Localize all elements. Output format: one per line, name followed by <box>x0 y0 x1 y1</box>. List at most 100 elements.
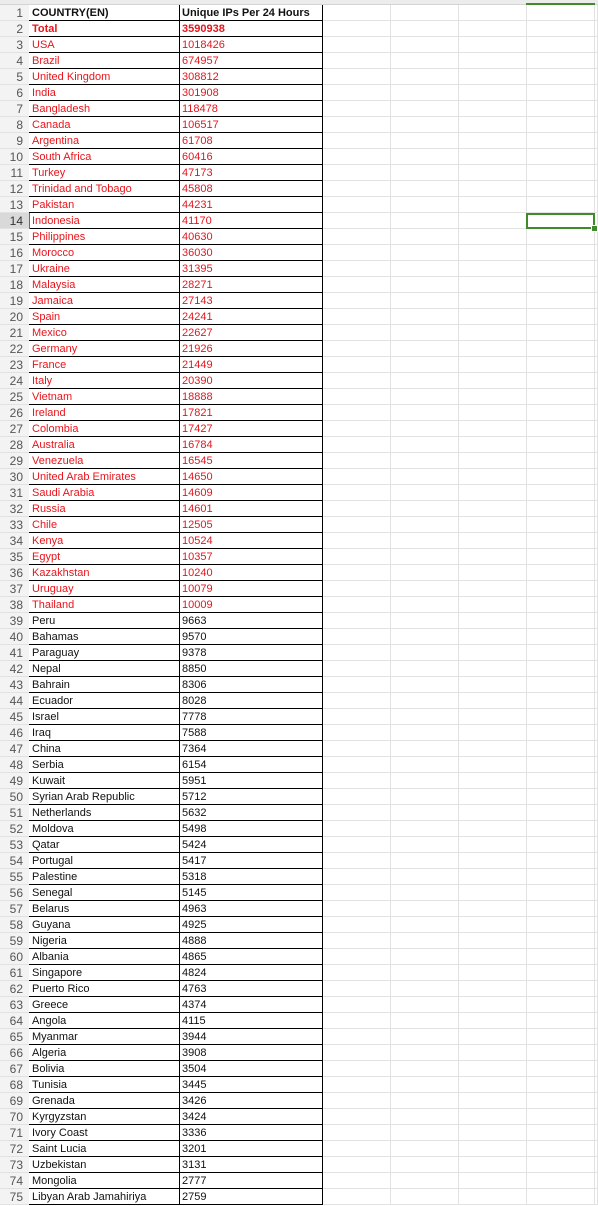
country-cell[interactable]: Peru <box>29 613 180 629</box>
empty-cell[interactable] <box>323 21 391 37</box>
empty-cell[interactable] <box>527 453 595 469</box>
empty-cell[interactable] <box>527 1013 595 1029</box>
country-cell[interactable]: Total <box>29 21 180 37</box>
empty-cell[interactable] <box>459 645 527 661</box>
empty-cell[interactable] <box>459 677 527 693</box>
row-number[interactable]: 5 <box>0 69 29 85</box>
unique-ips-cell[interactable]: 308812 <box>180 69 323 85</box>
empty-cell[interactable] <box>391 1013 459 1029</box>
row-number[interactable]: 58 <box>0 917 29 933</box>
empty-cell[interactable] <box>459 981 527 997</box>
unique-ips-cell[interactable]: 4824 <box>180 965 323 981</box>
empty-cell[interactable] <box>459 1157 527 1173</box>
unique-ips-cell[interactable]: 21449 <box>180 357 323 373</box>
country-cell[interactable]: Singapore <box>29 965 180 981</box>
unique-ips-cell[interactable]: 3504 <box>180 1061 323 1077</box>
unique-ips-cell[interactable]: 10357 <box>180 549 323 565</box>
empty-cell[interactable] <box>459 581 527 597</box>
row-number[interactable]: 71 <box>0 1125 29 1141</box>
empty-cell[interactable] <box>323 1173 391 1189</box>
empty-cell[interactable] <box>323 661 391 677</box>
empty-cell[interactable] <box>391 133 459 149</box>
empty-cell[interactable] <box>391 1061 459 1077</box>
country-cell[interactable]: Puerto Rico <box>29 981 180 997</box>
country-cell[interactable]: Uruguay <box>29 581 180 597</box>
empty-cell[interactable] <box>391 469 459 485</box>
country-cell[interactable]: Saudi Arabia <box>29 485 180 501</box>
row-number[interactable]: 70 <box>0 1109 29 1125</box>
empty-cell[interactable] <box>527 965 595 981</box>
country-cell[interactable]: Israel <box>29 709 180 725</box>
unique-ips-cell[interactable]: 2777 <box>180 1173 323 1189</box>
row-number[interactable]: 23 <box>0 357 29 373</box>
row-number[interactable]: 56 <box>0 885 29 901</box>
empty-cell[interactable] <box>527 1157 595 1173</box>
empty-cell[interactable] <box>323 405 391 421</box>
empty-cell[interactable] <box>391 661 459 677</box>
empty-cell[interactable] <box>459 1189 527 1205</box>
country-cell[interactable]: Senegal <box>29 885 180 901</box>
empty-cell[interactable] <box>323 261 391 277</box>
empty-cell[interactable] <box>391 181 459 197</box>
unique-ips-cell[interactable]: 16545 <box>180 453 323 469</box>
empty-cell[interactable] <box>527 373 595 389</box>
unique-ips-cell[interactable]: 4888 <box>180 933 323 949</box>
empty-cell[interactable] <box>527 949 595 965</box>
row-number[interactable]: 36 <box>0 565 29 581</box>
empty-cell[interactable] <box>391 277 459 293</box>
unique-ips-cell[interactable]: 674957 <box>180 53 323 69</box>
row-number[interactable]: 33 <box>0 517 29 533</box>
empty-cell[interactable] <box>459 373 527 389</box>
empty-cell[interactable] <box>323 949 391 965</box>
empty-cell[interactable] <box>323 101 391 117</box>
country-cell[interactable]: Moldova <box>29 821 180 837</box>
unique-ips-cell[interactable]: 2759 <box>180 1189 323 1205</box>
unique-ips-cell[interactable]: 106517 <box>180 117 323 133</box>
row-number[interactable]: 47 <box>0 741 29 757</box>
empty-cell[interactable] <box>459 709 527 725</box>
empty-cell[interactable] <box>527 309 595 325</box>
country-cell[interactable]: Bangladesh <box>29 101 180 117</box>
unique-ips-cell[interactable]: 3445 <box>180 1077 323 1093</box>
empty-cell[interactable] <box>459 757 527 773</box>
empty-cell[interactable] <box>527 245 595 261</box>
empty-cell[interactable] <box>323 1013 391 1029</box>
empty-cell[interactable] <box>391 85 459 101</box>
empty-cell[interactable] <box>323 421 391 437</box>
empty-cell[interactable] <box>391 709 459 725</box>
empty-cell[interactable] <box>323 517 391 533</box>
row-number[interactable]: 32 <box>0 501 29 517</box>
empty-cell[interactable] <box>459 437 527 453</box>
empty-cell[interactable] <box>459 661 527 677</box>
empty-cell[interactable] <box>391 581 459 597</box>
row-number[interactable]: 50 <box>0 789 29 805</box>
row-number[interactable]: 52 <box>0 821 29 837</box>
row-number[interactable]: 27 <box>0 421 29 437</box>
empty-cell[interactable] <box>459 1141 527 1157</box>
country-cell[interactable]: Portugal <box>29 853 180 869</box>
unique-ips-cell[interactable]: 28271 <box>180 277 323 293</box>
empty-cell[interactable] <box>391 1109 459 1125</box>
empty-cell[interactable] <box>323 245 391 261</box>
empty-cell[interactable] <box>391 629 459 645</box>
empty-cell[interactable] <box>391 1189 459 1205</box>
empty-cell[interactable] <box>527 341 595 357</box>
empty-cell[interactable] <box>459 165 527 181</box>
empty-cell[interactable] <box>459 117 527 133</box>
unique-ips-cell[interactable]: 3131 <box>180 1157 323 1173</box>
unique-ips-cell[interactable]: 4865 <box>180 949 323 965</box>
country-cell[interactable]: Malaysia <box>29 277 180 293</box>
empty-cell[interactable] <box>391 933 459 949</box>
country-cell[interactable]: Morocco <box>29 245 180 261</box>
unique-ips-cell[interactable]: 8306 <box>180 677 323 693</box>
empty-cell[interactable] <box>391 341 459 357</box>
empty-cell[interactable] <box>459 405 527 421</box>
row-number[interactable]: 59 <box>0 933 29 949</box>
empty-cell[interactable] <box>323 213 391 229</box>
empty-cell[interactable] <box>527 501 595 517</box>
unique-ips-cell[interactable]: 5498 <box>180 821 323 837</box>
empty-cell[interactable] <box>323 453 391 469</box>
empty-cell[interactable] <box>459 629 527 645</box>
empty-cell[interactable] <box>323 1109 391 1125</box>
empty-cell[interactable] <box>323 853 391 869</box>
